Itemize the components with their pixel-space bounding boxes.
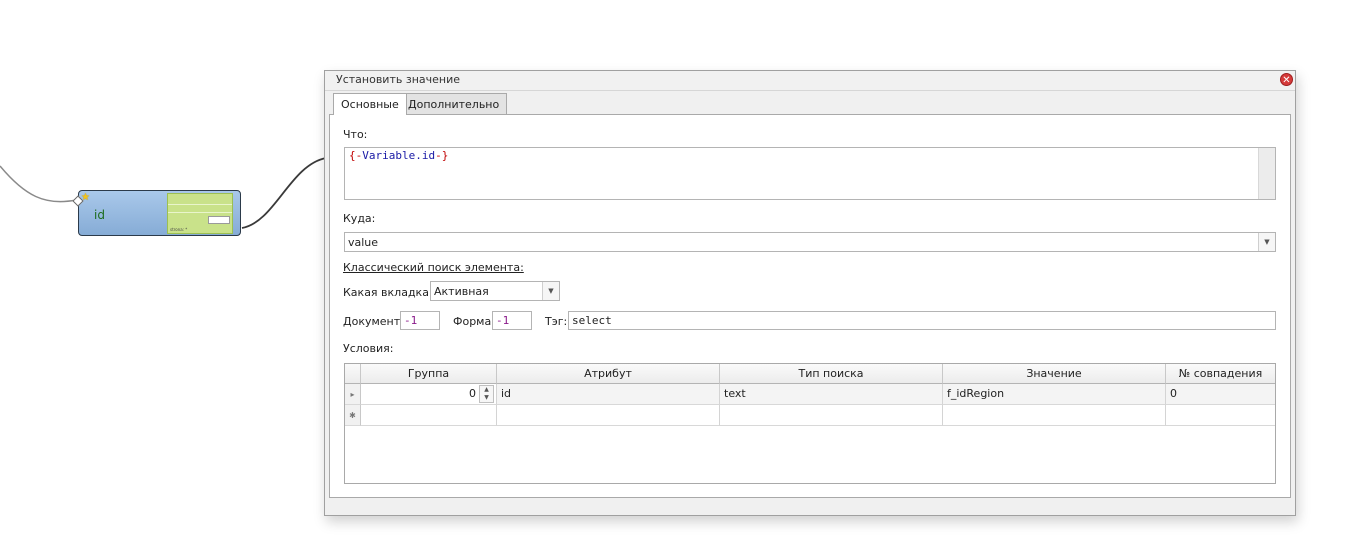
document-field[interactable]: -1 [400, 311, 440, 330]
new-row-cell[interactable] [497, 405, 720, 426]
classic-search-link[interactable]: Классический поиск элемента: [343, 261, 524, 274]
new-row-cell[interactable] [720, 405, 943, 426]
conditions-label: Условия: [343, 342, 394, 355]
what-field[interactable]: {-Variable.id-} [344, 147, 1276, 200]
tab-panel-main: Что: {-Variable.id-} Куда: value ▼ Класс… [329, 114, 1291, 498]
outgoing-connector [241, 157, 327, 229]
dialog-title: Установить значение [336, 73, 460, 86]
incoming-connector [0, 165, 77, 203]
column-header-group[interactable]: Группа [361, 364, 497, 384]
new-row-selector[interactable]: ✱ [345, 405, 361, 426]
set-value-dialog: Установить значение ✕ Основные Дополните… [324, 70, 1296, 516]
form-label: Форма: [453, 315, 495, 328]
where-label: Куда: [343, 212, 376, 225]
cell-group[interactable]: 0 [361, 384, 497, 405]
new-row-cell[interactable] [361, 405, 497, 426]
document-value: -1 [404, 314, 418, 327]
new-row-cell[interactable] [1166, 405, 1275, 426]
dialog-titlebar[interactable]: Установить значение ✕ [325, 71, 1295, 91]
tag-field[interactable]: select [568, 311, 1276, 330]
which-tab-select[interactable]: Активная ▼ [430, 281, 560, 301]
column-header-value[interactable]: Значение [943, 364, 1166, 384]
close-icon[interactable]: ✕ [1280, 73, 1293, 86]
column-header-search-type[interactable]: Тип поиска [720, 364, 943, 384]
what-scrollbar[interactable] [1258, 148, 1275, 199]
which-tab-label: Какая вкладка: [343, 286, 433, 299]
where-select[interactable]: value ▼ [344, 232, 1276, 252]
tag-value: select [572, 314, 612, 327]
tab-main[interactable]: Основные [333, 93, 407, 115]
column-header-match-no[interactable]: № совпадения [1166, 364, 1275, 384]
cell-value[interactable]: f_idRegion [943, 384, 1166, 405]
chevron-down-icon[interactable]: ▼ [542, 282, 559, 300]
cell-match-no[interactable]: 0 [1166, 384, 1275, 405]
chevron-down-icon[interactable]: ▼ [1258, 233, 1275, 251]
where-value: value [348, 236, 379, 249]
column-header-attribute[interactable]: Атрибут [497, 364, 720, 384]
cell-attribute[interactable]: id [497, 384, 720, 405]
tab-additional[interactable]: Дополнительно [400, 93, 508, 114]
row-selector[interactable]: ▸ [345, 384, 361, 405]
star-icon: ★ [81, 192, 90, 203]
node-label: id [94, 208, 105, 222]
tag-label: Тэг: [545, 315, 568, 328]
cell-search-type[interactable]: text [720, 384, 943, 405]
what-value: {-Variable.id-} [349, 149, 449, 162]
what-label: Что: [343, 128, 368, 141]
form-value: -1 [496, 314, 510, 327]
group-spinner[interactable]: ▲ ▼ [479, 385, 494, 403]
new-row-cell[interactable] [943, 405, 1166, 426]
grid-corner [345, 364, 361, 384]
action-node[interactable]: ★ id strona: * [72, 190, 241, 236]
form-field[interactable]: -1 [492, 311, 532, 330]
thumbnail-caption: strona: * [170, 227, 188, 232]
node-thumbnail: strona: * [167, 193, 233, 234]
document-label: Документ: [343, 315, 404, 328]
which-tab-value: Активная [434, 285, 489, 298]
conditions-grid: Группа Атрибут Тип поиска Значение № сов… [344, 363, 1276, 484]
